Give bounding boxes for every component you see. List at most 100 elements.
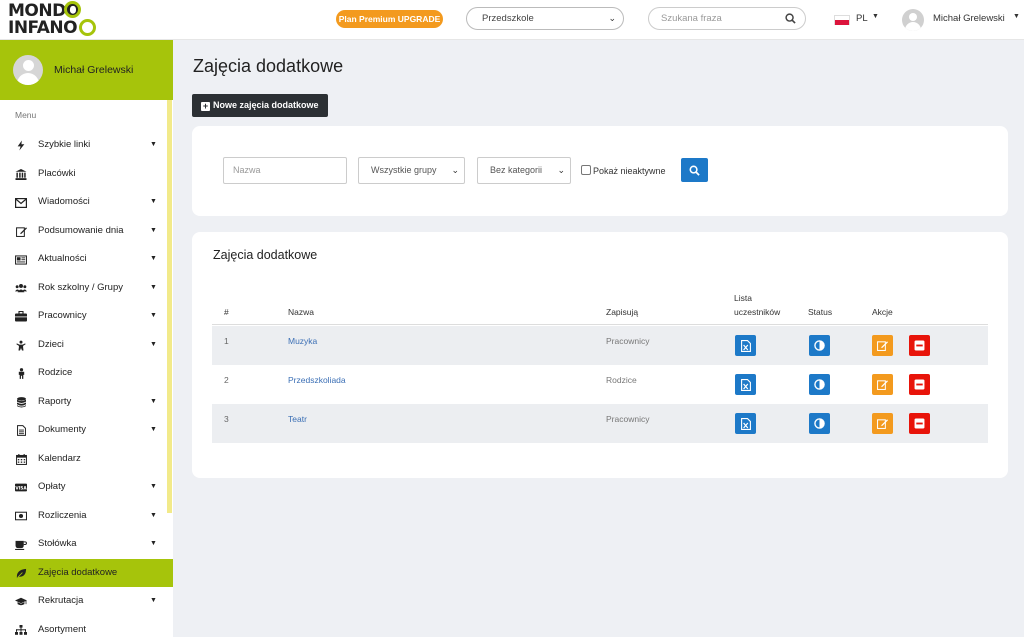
plus-icon: + [201,101,210,111]
participants-export-button[interactable] [735,413,756,434]
show-inactive-label: Pokaż nieaktywne [593,166,666,176]
adjust-icon [814,340,825,351]
status-toggle-button[interactable] [809,335,830,356]
document-icon [15,425,27,436]
activity-name-link[interactable]: Przedszkoliada [288,375,346,385]
sidebar-item-label: Rok szkolny / Grupy [38,281,123,293]
sidebar-item-rekrutacja[interactable]: Rekrutacja ▼ [0,587,167,616]
sidebar-item-dzieci[interactable]: Dzieci ▼ [0,331,167,360]
sidebar-item-label: Asortyment [38,623,87,635]
caret-down-icon: ▼ [150,511,157,519]
sidebar-item-label: Rozliczenia [38,509,87,521]
person-icon [15,368,27,379]
checkbox-box[interactable] [581,165,591,175]
table-row: 3 Teatr Pracownicy [212,404,988,443]
sidebar-item-label: Stołówka [38,538,77,549]
sidebar: Michał Grelewski Menu Szybkie linki ▼ Plac… [0,40,173,637]
file-excel-icon [740,339,751,352]
sidebar-item-kalendarz[interactable]: Kalendarz [0,445,167,474]
main-content: Zajęcia dodatkowe + Nowe zajęcia dodatkow… [173,40,1024,637]
sitemap-icon [15,624,27,636]
delete-button[interactable] [909,335,930,356]
sidebar-item-szybkie-linki[interactable]: Szybkie linki ▼ [0,131,167,160]
search-input[interactable]: Szukana fraza [648,7,806,30]
delete-button[interactable] [909,413,930,434]
col-enroll: Zapisują [606,307,639,317]
location-select[interactable]: Przedszkole ⌄ [466,7,624,30]
avatar [902,9,924,31]
caret-down-icon: ▼ [150,226,157,234]
logo-ring [79,19,96,36]
status-toggle-button[interactable] [809,374,830,395]
sidebar-item-dokumenty[interactable]: Dokumenty ▼ [0,416,167,445]
menu-label: Menu [15,110,37,120]
page-title: Zajęcia dodatkowe [193,56,344,76]
sidebar-item-label: Rodzice [38,367,73,378]
caret-down-icon: ▼ [150,283,157,291]
sidebar-item-podsumowanie-dnia[interactable]: Podsumowanie dnia ▼ [0,217,167,246]
new-activity-button[interactable]: + Nowe zajęcia dodatkowe [192,94,328,117]
col-participants-line1: Lista [734,293,752,303]
sidebar-item-rok-szkolny-grupy[interactable]: Rok szkolny / Grupy ▼ [0,274,167,303]
sidebar-item-label: Szybkie linki [38,139,91,150]
visa-card-icon: VISA [15,482,27,493]
edit-icon [877,379,888,390]
envelope-icon [15,197,27,208]
activity-name-link[interactable]: Muzyka [288,336,317,346]
search-icon[interactable] [785,13,796,24]
activity-name-link[interactable]: Teatr [288,414,307,424]
logo-ring [64,1,81,18]
caret-down-icon: ▼ [150,483,157,490]
delete-button[interactable] [909,374,930,395]
edit-button[interactable] [872,335,893,356]
sidebar-item-asortyment[interactable]: Asortyment [0,616,167,637]
sidebar-item-zajecia-dodatkowe[interactable]: Zajęcia dodatkowe [0,558,173,587]
participants-export-button[interactable] [735,335,756,356]
filter-search-button[interactable] [681,158,708,182]
chevron-down-icon: ⌄ [557,165,565,175]
sidebar-item-wiadomosci[interactable]: Wiadomości ▼ [0,188,167,217]
search-icon [689,165,700,176]
sidebar-item-aktualnosci[interactable]: Aktualności ▼ [0,245,167,274]
edit-button[interactable] [872,413,893,434]
logo[interactable]: MONDO INFANO [8,1,98,38]
caret-down-icon: ▼ [150,141,157,148]
sidebar-item-stolowka[interactable]: Stołówka ▼ [0,530,167,559]
leaf-icon [15,568,27,579]
sidebar-item-rodzice[interactable]: Rodzice [0,359,167,388]
sidebar-item-oplaty[interactable]: VISA Opłaty ▼ [0,473,167,502]
logo-line2: INFANO [8,18,78,38]
user-menu[interactable]: Michał Grelewski ▼ [902,7,1022,33]
sidebar-item-pracownicy[interactable]: Pracownicy ▼ [0,302,167,331]
minus-square-icon [914,379,925,390]
name-filter-input[interactable]: Nazwa [223,157,347,184]
table-header: # Nazwa Zapisują Lista uczestników Statu… [212,290,988,325]
filter-panel: Nazwa Wszystkie grupy ⌄ Bez kategorii ⌄ … [192,126,1008,216]
caret-down-icon: ▼ [150,255,157,262]
enroll-type: Rodzice [606,375,637,385]
participants-export-button[interactable] [735,374,756,395]
adjust-icon [814,379,825,390]
show-inactive-checkbox[interactable]: Pokaż nieaktywne [581,165,666,176]
sidebar-item-label: Placówki [38,167,76,179]
minus-square-icon [914,418,925,429]
edit-icon [877,340,888,351]
edit-button[interactable] [872,374,893,395]
graduation-cap-icon [15,596,27,607]
caret-down-icon: ▼ [150,597,157,604]
briefcase-icon [15,311,27,322]
col-status: Status [808,307,833,317]
sidebar-item-label: Aktualności [38,253,87,264]
status-toggle-button[interactable] [809,413,830,434]
category-select[interactable]: Bez kategorii ⌄ [477,157,571,184]
sidebar-item-label: Opłaty [38,481,66,492]
sidebar-menu: Szybkie linki ▼ Placówki Wiadomości ▼ Podsumo… [0,131,173,637]
sidebar-item-raporty[interactable]: Raporty ▼ [0,388,167,417]
row-number: 1 [224,336,229,346]
sidebar-item-placowki[interactable]: Placówki [0,160,167,189]
group-select[interactable]: Wszystkie grupy ⌄ [358,157,465,184]
sidebar-item-rozliczenia[interactable]: Rozliczenia ▼ [0,502,167,531]
activities-table-card: Zajęcia dodatkowe # Nazwa Zapisują Lista… [192,232,1008,478]
caret-down-icon: ▼ [150,540,157,547]
premium-upgrade-button[interactable]: Plan Premium UPGRADE [336,10,443,28]
